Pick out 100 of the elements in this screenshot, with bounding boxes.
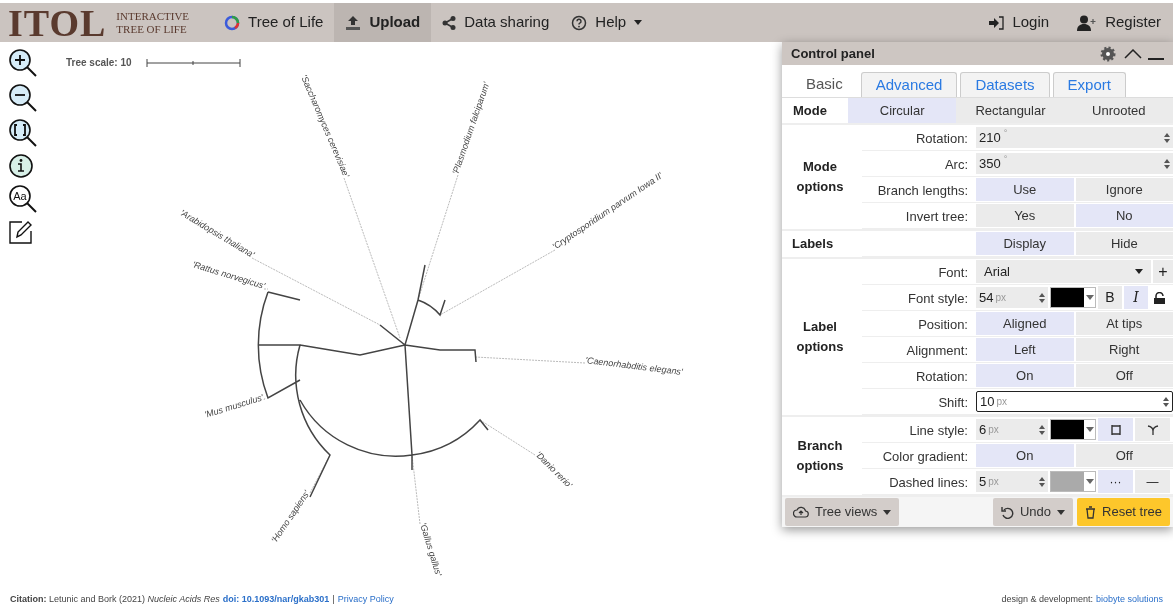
number-field[interactable]: 210 ° <box>976 127 1173 148</box>
number-field[interactable]: 5 px <box>976 471 1048 492</box>
toggle-option[interactable]: At tips <box>1075 312 1173 335</box>
nav-item[interactable]: Register <box>1077 11 1161 34</box>
toggle-option[interactable]: On <box>976 364 1074 387</box>
leaf-label: 'Gallus gallus' <box>418 521 444 578</box>
panel-tab[interactable]: Export <box>1052 72 1126 97</box>
info-icon[interactable] <box>8 153 34 179</box>
section-title: Label options <box>795 318 845 356</box>
nav-item[interactable]: Login <box>988 11 1050 34</box>
field-label: Dashed lines: <box>889 474 968 490</box>
nav-item[interactable]: Help <box>560 3 654 42</box>
color-picker[interactable] <box>1050 471 1096 492</box>
section-title: Labels <box>792 235 835 253</box>
doi-link[interactable]: doi: 10.1093/nar/gkab301 <box>222 593 330 607</box>
italic-toggle[interactable]: I <box>1124 286 1148 309</box>
logo-subtitle: INTERACTIVE <box>116 9 190 23</box>
spinner-icon <box>1164 158 1170 169</box>
unit-label: ° <box>1003 155 1008 164</box>
number-field[interactable]: 54 px <box>976 287 1048 308</box>
add-font-button[interactable]: + <box>1153 260 1173 283</box>
logo[interactable]: ITOL <box>8 3 107 42</box>
field-label: Position: <box>918 316 968 332</box>
nav-item[interactable]: Upload <box>334 3 432 42</box>
zoom-in-icon[interactable] <box>8 48 38 78</box>
caret-icon <box>1085 479 1094 484</box>
caret-icon <box>634 20 643 25</box>
zoom-out-icon[interactable] <box>8 83 38 113</box>
spinner-icon <box>1039 292 1045 303</box>
toggle-option[interactable]: Use <box>976 178 1074 201</box>
color-picker[interactable] <box>1050 419 1096 440</box>
number-field[interactable]: 10 px <box>976 391 1173 412</box>
caret-icon <box>883 509 892 515</box>
panel-tab[interactable]: Advanced <box>860 72 958 97</box>
privacy-policy-link[interactable]: Privacy Policy <box>337 593 394 607</box>
field-label: Line style: <box>909 422 968 438</box>
field-value: 10 <box>980 395 995 408</box>
toggle-option[interactable]: Ignore <box>1075 178 1173 201</box>
toggle-option[interactable]: Display <box>976 232 1074 255</box>
toggle-option[interactable]: Right <box>1075 338 1173 361</box>
toggle-option[interactable]: Off <box>1075 444 1173 467</box>
number-field[interactable]: 350 ° <box>976 153 1173 174</box>
unit-label: px <box>995 292 1007 303</box>
field-label: Branch lengths: <box>877 182 968 198</box>
color-picker[interactable] <box>1050 287 1096 308</box>
tree-views-button[interactable]: Tree views <box>785 498 900 526</box>
nav-item[interactable]: Tree of Life <box>213 3 335 42</box>
edit-icon[interactable] <box>8 219 34 245</box>
toggle-option[interactable]: Circular <box>848 98 957 123</box>
settings-icon[interactable] <box>1100 45 1116 62</box>
toggle-option[interactable]: Hide <box>1075 232 1173 255</box>
lock-icon[interactable] <box>1154 291 1165 304</box>
section-title: Mode <box>792 101 828 120</box>
field-label: Arc: <box>944 156 968 172</box>
nav-item[interactable]: Data sharing <box>431 3 561 42</box>
leaf-label: 'Caenorhabditis elegans' <box>584 355 684 377</box>
toggle-option[interactable]: Off <box>1075 364 1173 387</box>
field-value: 350 <box>979 157 1001 170</box>
dash-style-toggle[interactable]: ··· <box>1098 470 1133 493</box>
number-field[interactable]: 6 px <box>976 419 1048 440</box>
undo-icon <box>1000 505 1014 519</box>
field-label: Alignment: <box>906 342 968 358</box>
collapse-icon[interactable] <box>1124 48 1142 59</box>
panel-title: Control panel <box>791 44 875 63</box>
spinner-icon <box>1039 476 1045 487</box>
share-icon <box>442 15 457 30</box>
ring-icon <box>224 14 241 31</box>
font-select[interactable]: Arial <box>976 260 1151 283</box>
zoom-fit-icon[interactable] <box>8 118 38 148</box>
trash-icon <box>1085 505 1096 519</box>
bold-toggle[interactable]: B <box>1098 286 1122 309</box>
undo-button[interactable]: Undo <box>992 498 1073 526</box>
login-icon <box>988 15 1005 30</box>
caret-icon <box>1135 269 1143 274</box>
caret-icon <box>1057 509 1065 515</box>
panel-tab[interactable]: Datasets <box>960 72 1050 97</box>
curved-branch-icon[interactable] <box>1135 418 1170 441</box>
field-value: 5 <box>979 475 987 488</box>
credit-link[interactable]: biobyte solutions <box>1095 593 1163 607</box>
toggle-option[interactable]: No <box>1075 204 1173 227</box>
toggle-option[interactable]: Unrooted <box>1064 98 1173 123</box>
square-branch-icon[interactable] <box>1098 418 1133 441</box>
toggle-option[interactable]: Left <box>976 338 1074 361</box>
unit-label: ° <box>1003 129 1008 138</box>
field-label: Rotation: <box>915 130 968 146</box>
toggle-option[interactable]: Aligned <box>976 312 1074 335</box>
field-label: Shift: <box>938 394 968 410</box>
field-label: Font: <box>938 264 968 280</box>
field-value: 210 <box>979 131 1001 144</box>
toggle-option[interactable]: On <box>976 444 1074 467</box>
field-label: Font style: <box>908 290 968 306</box>
upload-icon <box>345 14 362 31</box>
separator: | <box>332 593 335 607</box>
toggle-option[interactable]: Yes <box>976 204 1074 227</box>
tree-scale-label: Tree scale: 10 <box>66 57 132 68</box>
dash-style-toggle[interactable]: — <box>1135 470 1170 493</box>
toggle-option[interactable]: Rectangular <box>956 98 1065 123</box>
citation-text: Citation: Letunic and Bork (2021) Nucleic Acids Res <box>10 593 220 607</box>
unit-label: px <box>988 424 999 435</box>
reset-tree-button[interactable]: Reset tree <box>1077 498 1170 526</box>
